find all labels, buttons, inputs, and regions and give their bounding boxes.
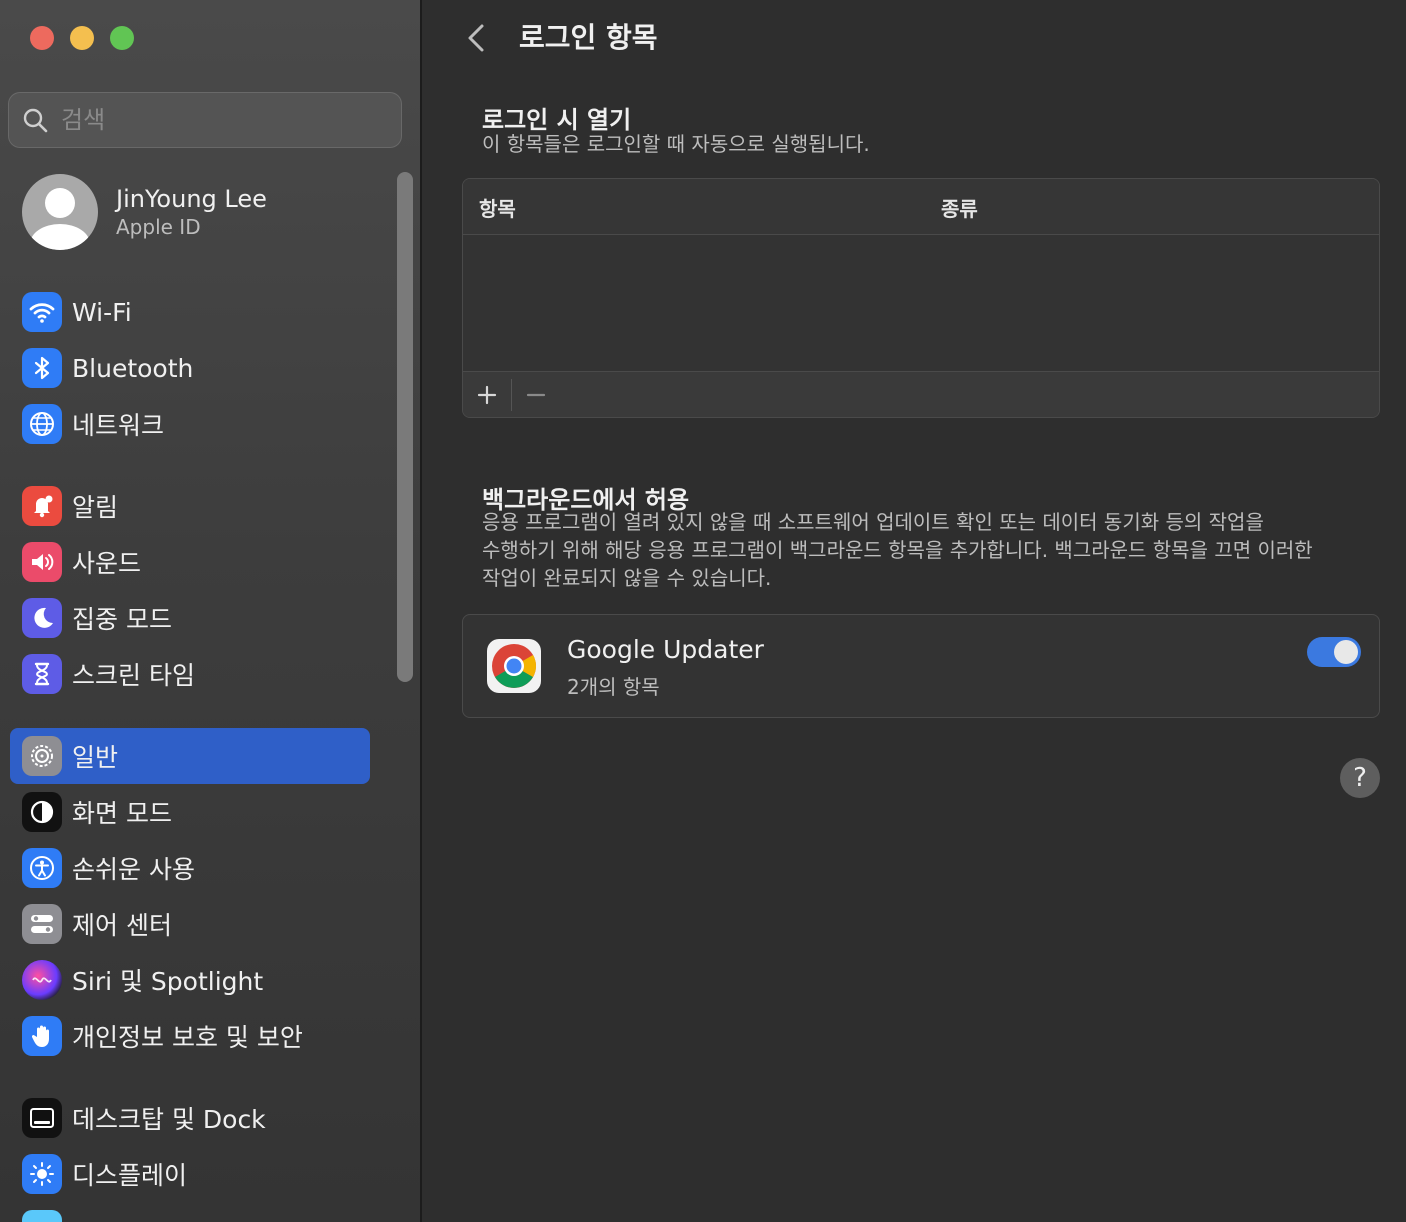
page-title: 로그인 항목: [519, 21, 658, 54]
sidebar-item-label: 데스크탑 및 Dock: [72, 1105, 266, 1134]
sidebar-item-accessibility[interactable]: 손쉬운 사용: [10, 840, 370, 896]
search-input[interactable]: [61, 106, 381, 134]
minimize-button[interactable]: [70, 26, 94, 50]
sidebar-item-label: 집중 모드: [72, 605, 172, 634]
sidebar-item-wifi[interactable]: Wi-Fi: [10, 284, 370, 340]
column-header-kind[interactable]: 종류: [941, 193, 978, 222]
table-header: 항목 종류: [463, 179, 1379, 235]
appearance-icon: [22, 792, 62, 832]
remove-button[interactable]: [512, 372, 560, 418]
description-line: 응용 프로그램이 열려 있지 않을 때 소프트웨어 업데이트 확인 또는 데이터…: [482, 510, 1264, 534]
dock-icon: [22, 1098, 62, 1138]
sidebar-item-label: 제어 센터: [72, 911, 172, 940]
sidebar-item-general[interactable]: 일반: [10, 728, 370, 784]
app-item-count: 2개의 항목: [567, 675, 660, 699]
login-section-description: 이 항목들은 로그인할 때 자동으로 실행됩니다.: [482, 132, 870, 156]
sidebar-item-label: 알림: [72, 493, 119, 522]
toggle-knob: [1334, 640, 1358, 664]
speaker-icon: [22, 542, 62, 582]
background-item-row: Google Updater 2개의 항목: [462, 614, 1380, 718]
sidebar-item-label: 네트워크: [72, 411, 165, 440]
profile-name: JinYoung Lee: [116, 185, 267, 213]
sidebar: JinYoung Lee Apple ID Wi-Fi Bluetooth 네트…: [0, 0, 420, 1222]
sidebar-item-label: 화면 모드: [72, 799, 172, 828]
login-items-table: 항목 종류: [462, 178, 1380, 418]
help-button[interactable]: ?: [1340, 758, 1380, 798]
app-name: Google Updater: [567, 635, 764, 664]
bell-icon: [22, 486, 62, 526]
search-icon: [23, 108, 48, 133]
bluetooth-icon: [22, 348, 62, 388]
gear-icon: [22, 736, 62, 776]
apple-id-profile[interactable]: JinYoung Lee Apple ID: [22, 174, 267, 250]
avatar: [22, 174, 98, 250]
sidebar-item-desktop-dock[interactable]: 데스크탑 및 Dock: [10, 1090, 370, 1146]
close-button[interactable]: [30, 26, 54, 50]
globe-icon: [22, 404, 62, 444]
sidebar-item-screen-time[interactable]: 스크린 타임: [10, 646, 370, 702]
sidebar-item-label: Bluetooth: [72, 353, 194, 383]
sidebar-item-label: 스크린 타임: [72, 661, 195, 690]
control-center-icon: [22, 904, 62, 944]
wifi-icon: [22, 292, 62, 332]
search-field[interactable]: [8, 92, 402, 148]
sidebar-item-privacy-security[interactable]: 개인정보 보호 및 보안: [10, 1008, 370, 1064]
hand-icon: [22, 1016, 62, 1056]
sidebar-item-bluetooth[interactable]: Bluetooth: [10, 340, 370, 396]
accessibility-icon: [22, 848, 62, 888]
hourglass-icon: [22, 654, 62, 694]
sidebar-item-label: Siri 및 Spotlight: [72, 967, 264, 996]
zoom-button[interactable]: [110, 26, 134, 50]
sidebar-item-control-center[interactable]: 제어 센터: [10, 896, 370, 952]
window-controls: [30, 26, 134, 50]
sidebar-item-notifications[interactable]: 알림: [10, 478, 370, 534]
description-line: 수행하기 위해 해당 응용 프로그램이 백그라운드 항목을 추가합니다. 백그라…: [482, 538, 1313, 562]
profile-subtitle: Apple ID: [116, 215, 201, 239]
sidebar-item-displays[interactable]: 디스플레이: [10, 1146, 370, 1202]
sidebar-scrollbar[interactable]: [397, 172, 413, 682]
sidebar-item-label: 일반: [72, 743, 119, 772]
sidebar-item-network[interactable]: 네트워크: [10, 396, 370, 452]
sidebar-item-label: 개인정보 보호 및 보안: [72, 1023, 303, 1052]
column-header-item[interactable]: 항목: [479, 193, 516, 222]
google-updater-toggle[interactable]: [1307, 637, 1361, 667]
sun-icon: [22, 1154, 62, 1194]
background-section-description: 응용 프로그램이 열려 있지 않을 때 소프트웨어 업데이트 확인 또는 데이터…: [482, 508, 1382, 592]
sidebar-item-focus[interactable]: 집중 모드: [10, 590, 370, 646]
sidebar-item-label: 손쉬운 사용: [72, 855, 195, 884]
sidebar-item-siri-spotlight[interactable]: Siri 및 Spotlight: [10, 952, 370, 1008]
chrome-icon: [487, 639, 541, 693]
sidebar-item-appearance[interactable]: 화면 모드: [10, 784, 370, 840]
sidebar-item-label: 사운드: [72, 549, 142, 578]
add-button[interactable]: [463, 372, 511, 418]
siri-icon: [22, 960, 62, 1000]
sidebar-item-label: 디스플레이: [72, 1161, 188, 1190]
table-footer: [463, 371, 1379, 417]
back-chevron-icon[interactable]: [462, 20, 492, 56]
plus-icon: [477, 385, 497, 404]
sidebar-item-label: Wi-Fi: [72, 297, 132, 327]
wallpaper-icon: [22, 1210, 62, 1222]
description-line: 작업이 완료되지 않을 수 있습니다.: [482, 566, 772, 590]
sidebar-item-sound[interactable]: 사운드: [10, 534, 370, 590]
minus-icon: [526, 393, 546, 396]
moon-icon: [22, 598, 62, 638]
main-content: 로그인 항목 로그인 시 열기 이 항목들은 로그인할 때 자동으로 실행됩니다…: [422, 0, 1406, 1222]
sidebar-item-next[interactable]: [10, 1202, 370, 1222]
